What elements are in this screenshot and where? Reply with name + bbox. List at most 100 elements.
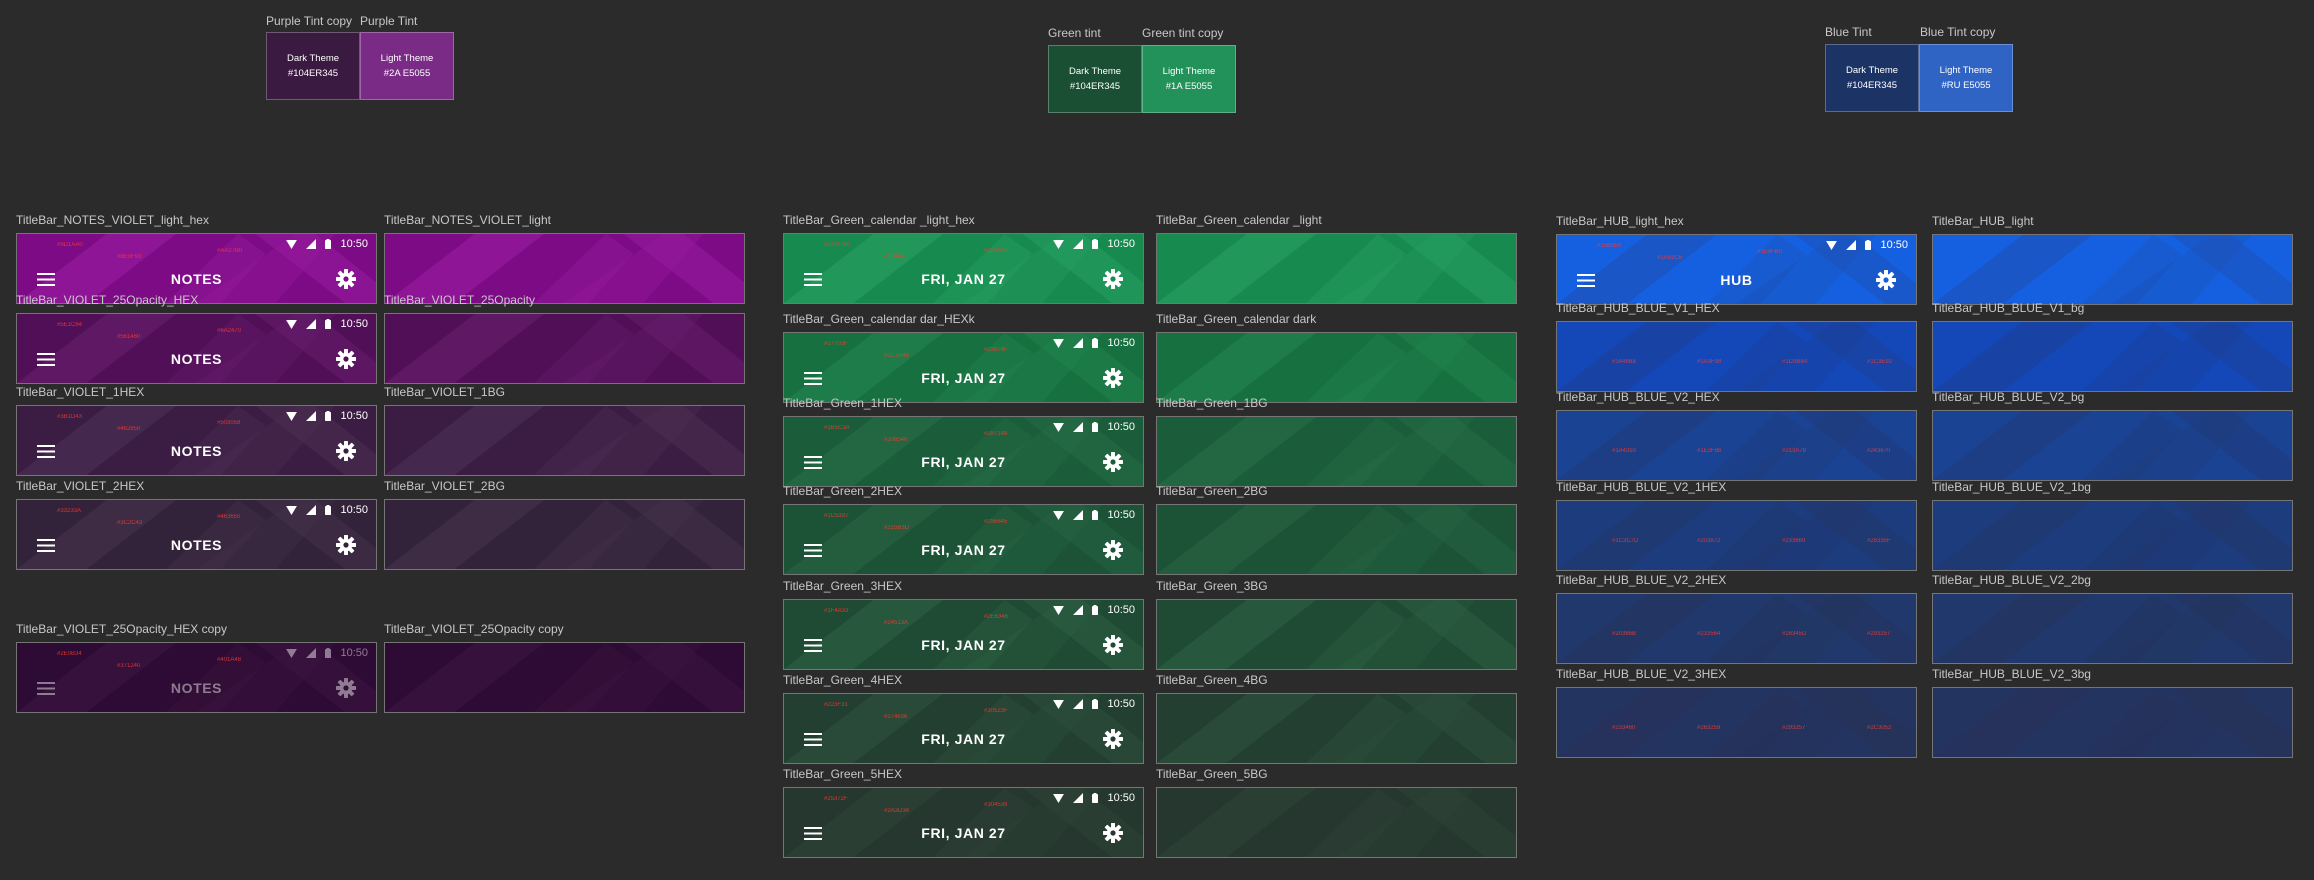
hex-code-annotation: #1448B8 xyxy=(1612,359,1637,365)
titlebar-artboard-label: TitleBar_Green_2HEX xyxy=(783,484,902,498)
titlebar-preview[interactable] xyxy=(1156,693,1517,764)
titlebar-preview[interactable]: #20386B #233564 #26345D #293257 xyxy=(1556,593,1917,664)
titlebar-artboard-label: TitleBar_VIOLET_2BG xyxy=(384,479,505,493)
background-chevron-pattern xyxy=(1157,417,1516,486)
background-chevron-pattern xyxy=(1933,594,2292,663)
titlebar-artboard-label: TitleBar_HUB_light_hex xyxy=(1556,214,1684,228)
titlebar-preview[interactable] xyxy=(1932,410,2293,481)
color-swatch[interactable]: Dark Theme #104ER345 xyxy=(1048,45,1142,113)
titlebar-title: FRI, JAN 27 xyxy=(921,271,1006,287)
background-chevron-pattern xyxy=(1157,234,1516,303)
titlebar-title: HUB xyxy=(1720,272,1753,288)
swatch-label: Purple Tint xyxy=(360,14,418,28)
titlebar-preview[interactable] xyxy=(1932,321,2293,392)
settings-gear-icon[interactable] xyxy=(336,535,356,555)
titlebar-preview[interactable]: #1F4A33 #24513A #2E6346 10:50 FRI, JAN 27 xyxy=(783,599,1144,670)
titlebar-artboard-label: TitleBar_HUB_BLUE_V2_3bg xyxy=(1932,667,2091,681)
background-chevron-pattern xyxy=(1933,411,2292,480)
background-chevron-pattern xyxy=(1157,505,1516,574)
background-chevron-pattern xyxy=(1557,688,1916,757)
titlebar-preview[interactable]: #233460 #263259 #293257 #2C3052 xyxy=(1556,687,1917,758)
swatch-hex-code: #2A E5055 xyxy=(383,68,431,79)
settings-gear-icon[interactable] xyxy=(1103,729,1123,749)
titlebar-preview[interactable]: #223F31 #274636 #30523F 10:50 FRI, JAN 27 xyxy=(783,693,1144,764)
settings-gear-icon[interactable] xyxy=(1103,452,1123,472)
swatch-hex-code: #104ER345 xyxy=(1069,81,1121,92)
titlebar-artboard-label: TitleBar_VIOLET_25Opacity_HEX xyxy=(16,293,199,307)
titlebar-preview[interactable]: #1B5C3A #206540 #287148 10:50 FRI, JAN 27 xyxy=(783,416,1144,487)
titlebar-preview[interactable] xyxy=(384,499,745,570)
settings-gear-icon[interactable] xyxy=(1876,270,1896,290)
swatch-label: Purple Tint copy xyxy=(266,14,353,28)
hex-code-annotation: #233669 xyxy=(1782,538,1806,544)
swatch-hex-code: #104ER345 xyxy=(1846,80,1898,91)
titlebar-preview[interactable] xyxy=(384,405,745,476)
background-chevron-pattern xyxy=(385,406,744,475)
hex-code-annotation: #2C3052 xyxy=(1867,725,1892,731)
titlebar-artboard-label: TitleBar_VIOLET_1HEX xyxy=(16,385,145,399)
titlebar-artboard-label: TitleBar_Green_calendar _light xyxy=(1156,213,1322,227)
titlebar-preview[interactable]: #1C3C7D #203872 #233669 #26335F xyxy=(1556,500,1917,571)
titlebar-title: FRI, JAN 27 xyxy=(921,542,1006,558)
hex-code-annotation: #1C3E92 xyxy=(1867,359,1893,365)
hex-code-annotation: #26335F xyxy=(1867,538,1891,544)
settings-gear-icon[interactable] xyxy=(336,349,356,369)
titlebar-preview[interactable] xyxy=(1932,593,2293,664)
titlebar-preview[interactable]: #5E1C64 #561460 #6A2470 10:50 NOTES xyxy=(16,313,377,384)
background-chevron-pattern xyxy=(1157,333,1516,402)
swatch-hex-code: #104ER345 xyxy=(287,68,339,79)
color-swatch[interactable]: Light Theme #1A E5055 xyxy=(1142,45,1236,113)
titlebar-preview[interactable]: #25372F #2A3D34 #304539 10:50 FRI, JAN 27 xyxy=(783,787,1144,858)
settings-gear-icon[interactable] xyxy=(1103,269,1123,289)
titlebar-artboard-label: TitleBar_HUB_BLUE_V2_3HEX xyxy=(1556,667,1727,681)
background-chevron-pattern xyxy=(1157,600,1516,669)
titlebar-preview[interactable] xyxy=(1156,233,1517,304)
titlebar-title: NOTES xyxy=(170,351,223,367)
color-swatch[interactable]: Dark Theme #104ER345 xyxy=(1825,44,1919,112)
titlebar-preview[interactable]: #3B1D43 #462850 #503058 10:50 NOTES xyxy=(16,405,377,476)
titlebar-artboard-label: TitleBar_HUB_BLUE_V1_HEX xyxy=(1556,301,1720,315)
settings-gear-icon[interactable] xyxy=(1103,823,1123,843)
background-chevron-pattern xyxy=(1557,594,1916,663)
titlebar-title: FRI, JAN 27 xyxy=(921,825,1006,841)
titlebar-preview[interactable]: #1A9F5B #158A4F #22A565 10:50 FRI, JAN 27 xyxy=(783,233,1144,304)
titlebar-preview[interactable] xyxy=(1932,234,2293,305)
titlebar-artboard-label: TitleBar_Green_5HEX xyxy=(783,767,902,781)
titlebar-preview[interactable] xyxy=(1156,599,1517,670)
settings-gear-icon[interactable] xyxy=(336,441,356,461)
hex-code-annotation: #263259 xyxy=(1697,725,1721,731)
hex-code-annotation: #26345D xyxy=(1782,631,1807,637)
settings-gear-icon[interactable] xyxy=(336,269,356,289)
hex-code-annotation: #1A3F98 xyxy=(1697,359,1722,365)
color-swatch[interactable]: Light Theme #RU E5055 xyxy=(1919,44,2013,112)
titlebar-preview[interactable]: #1C5337 #215B3D #296645 10:50 FRI, JAN 27 xyxy=(783,504,1144,575)
settings-gear-icon[interactable] xyxy=(1103,368,1123,388)
titlebar-preview[interactable] xyxy=(384,313,745,384)
titlebar-preview[interactable]: #1560E0 #1A53C6 #1E4FB0 10:50 HUB xyxy=(1556,234,1917,305)
titlebar-preview[interactable]: #1448B8 #1A3F98 #1D3B8A #1C3E92 xyxy=(1556,321,1917,392)
titlebar-preview[interactable]: #17703F #1C7A46 #23874F 10:50 FRI, JAN 27 xyxy=(783,332,1144,403)
titlebar-preview[interactable] xyxy=(1156,787,1517,858)
swatch-theme-label: Light Theme xyxy=(380,53,434,64)
titlebar-preview[interactable] xyxy=(1932,687,2293,758)
titlebar-preview[interactable] xyxy=(1156,416,1517,487)
titlebar-preview[interactable]: #33233A #3C2C43 #463650 10:50 NOTES xyxy=(16,499,377,570)
background-chevron-pattern xyxy=(385,500,744,569)
titlebar-preview[interactable] xyxy=(1156,332,1517,403)
titlebar-preview[interactable] xyxy=(384,642,745,713)
color-swatch[interactable]: Dark Theme #104ER345 xyxy=(266,32,360,100)
titlebar-preview[interactable] xyxy=(1932,500,2293,571)
titlebar-preview[interactable] xyxy=(1156,504,1517,575)
settings-gear-icon[interactable] xyxy=(336,678,356,698)
color-swatch[interactable]: Light Theme #2A E5055 xyxy=(360,32,454,100)
titlebar-preview[interactable]: #1A4393 #1E3F86 #213A78 #243670 xyxy=(1556,410,1917,481)
titlebar-artboard-label: TitleBar_HUB_BLUE_V2_2HEX xyxy=(1556,573,1727,587)
settings-gear-icon[interactable] xyxy=(1103,540,1123,560)
titlebar-title: FRI, JAN 27 xyxy=(921,637,1006,653)
background-chevron-pattern xyxy=(1157,694,1516,763)
settings-gear-icon[interactable] xyxy=(1103,635,1123,655)
titlebar-preview[interactable]: #2E0B34 #371240 #401A48 10:50 NOTES xyxy=(16,642,377,713)
swatch-theme-label: Light Theme xyxy=(1939,65,1993,76)
titlebar-artboard-label: TitleBar_NOTES_VIOLET_light xyxy=(384,213,551,227)
titlebar-artboard-label: TitleBar_Green_5BG xyxy=(1156,767,1268,781)
